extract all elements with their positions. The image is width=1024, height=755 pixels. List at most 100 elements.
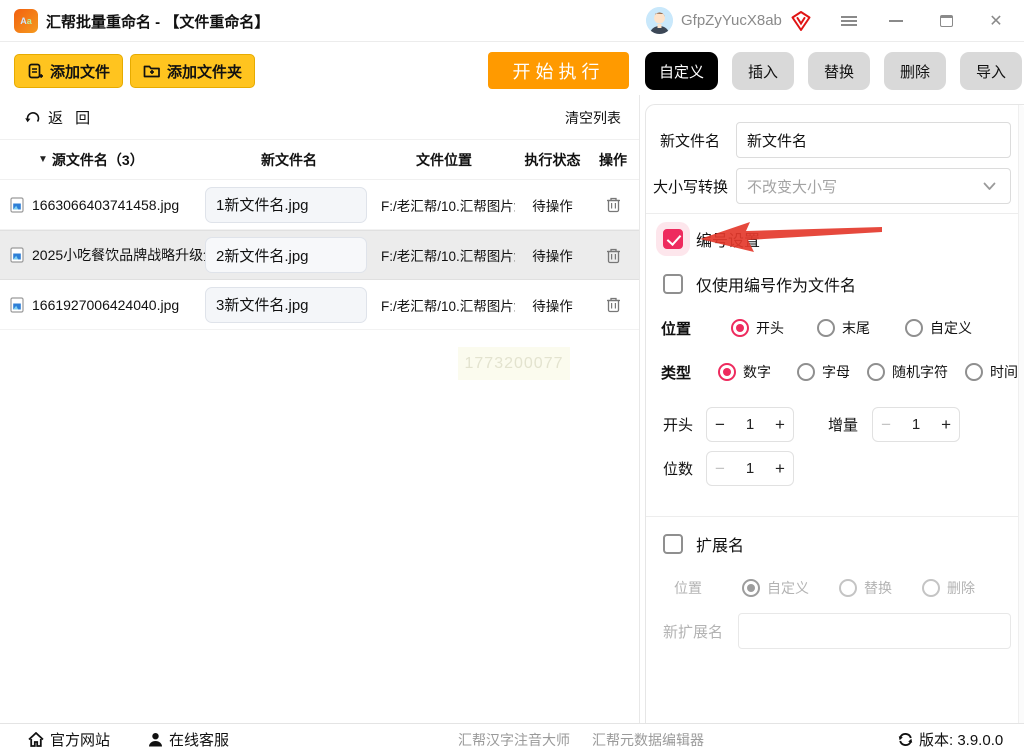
clear-list-button[interactable]: 清空列表	[565, 108, 621, 128]
file-list-area: 返 回 清空列表 ▼源文件名（3） 新文件名 文件位置 执行状态 操作 1663…	[0, 95, 640, 723]
delete-row-button[interactable]	[590, 247, 636, 264]
new-extension-input[interactable]	[738, 613, 1011, 649]
title-bar: Aa 汇帮批量重命名 - 【文件重命名】 GfpZyYucX8ab ✕	[0, 0, 1024, 42]
account-area[interactable]: GfpZyYucX8ab	[646, 7, 812, 34]
position-radio-start[interactable]	[731, 319, 749, 337]
position-label: 位置	[661, 318, 691, 339]
ext-position-radio-custom[interactable]	[742, 579, 760, 597]
tab-delete[interactable]: 删除	[884, 52, 946, 90]
type-radio-number[interactable]	[718, 363, 736, 381]
digits-stepper: − 1 +	[706, 451, 794, 486]
start-number-stepper: − 1 +	[706, 407, 794, 442]
delete-row-button[interactable]	[590, 296, 636, 313]
start-execute-button[interactable]: 开始执行	[488, 52, 629, 89]
table-row[interactable]: 1663066403741458.jpg F:/老汇帮/10.汇帮图片划 待操作	[0, 180, 639, 230]
ext-position-radio-replace[interactable]	[839, 579, 857, 597]
add-file-button[interactable]: 添加文件	[14, 54, 123, 88]
image-file-icon	[10, 297, 24, 313]
start-number-value[interactable]: 1	[733, 416, 767, 433]
plus-button[interactable]: +	[767, 459, 793, 479]
user-avatar[interactable]	[646, 7, 673, 34]
undo-arrow-icon	[24, 110, 41, 126]
file-path: F:/老汇帮/10.汇帮图片划	[373, 295, 515, 315]
column-new-name: 新文件名	[205, 150, 373, 170]
extension-label: 扩展名	[696, 532, 744, 556]
trash-icon	[606, 196, 621, 213]
home-icon	[28, 732, 44, 747]
file-path: F:/老汇帮/10.汇帮图片划	[373, 195, 515, 215]
column-source[interactable]: ▼源文件名（3）	[0, 150, 205, 170]
case-convert-dropdown[interactable]: 不改变大小写	[736, 168, 1011, 204]
tab-insert[interactable]: 插入	[732, 52, 794, 90]
type-radio-time[interactable]	[965, 363, 983, 381]
mode-tabs: 自定义 插入 替换 删除 导入	[645, 52, 1022, 90]
tab-import[interactable]: 导入	[960, 52, 1022, 90]
position-radio-end[interactable]	[817, 319, 835, 337]
window-title: 汇帮批量重命名 - 【文件重命名】	[46, 11, 269, 32]
table-row[interactable]: 1661927006424040.jpg F:/老汇帮/10.汇帮图片划 待操作	[0, 280, 639, 330]
trash-icon	[606, 296, 621, 313]
ext-position-radio-delete[interactable]	[922, 579, 940, 597]
increment-value[interactable]: 1	[899, 416, 933, 433]
numbering-label: 编号设置	[696, 227, 760, 251]
source-filename: 2025小吃餐饮品牌战略升级全案	[0, 245, 205, 265]
table-header: ▼源文件名（3） 新文件名 文件位置 执行状态 操作	[0, 140, 639, 180]
extension-checkbox[interactable]	[663, 534, 683, 554]
case-convert-label: 大小写转换	[653, 176, 728, 197]
image-file-icon	[10, 247, 24, 263]
table-row[interactable]: 2025小吃餐饮品牌战略升级全案 F:/老汇帮/10.汇帮图片划 待操作	[0, 230, 639, 280]
status-bar: 官方网站 在线客服 汇帮汉字注音大师 汇帮元数据编辑器 版本: 3.9.0.0	[0, 723, 1024, 755]
chevron-down-icon	[983, 182, 996, 191]
only-number-checkbox[interactable]	[663, 274, 683, 294]
tab-replace[interactable]: 替换	[808, 52, 870, 90]
maximize-button[interactable]	[935, 10, 957, 32]
minus-button[interactable]: −	[707, 459, 733, 479]
status-label: 待操作	[515, 295, 590, 315]
new-filename-input[interactable]	[205, 287, 367, 323]
add-folder-button[interactable]: 添加文件夹	[130, 54, 255, 88]
source-filename: 1663066403741458.jpg	[0, 197, 205, 213]
version-info[interactable]: 版本: 3.9.0.0	[898, 729, 1003, 750]
numbering-checkbox[interactable]	[663, 229, 683, 249]
online-support-link[interactable]: 在线客服	[148, 729, 229, 750]
type-radio-letter[interactable]	[797, 363, 815, 381]
app-window: Aa 汇帮批量重命名 - 【文件重命名】 GfpZyYucX8ab ✕	[0, 0, 1024, 755]
sort-triangle-icon: ▼	[38, 154, 48, 165]
watermark: 1773200077	[458, 347, 570, 380]
tab-custom[interactable]: 自定义	[645, 52, 718, 90]
partner-link[interactable]: 汇帮汉字注音大师	[458, 730, 570, 750]
digits-value[interactable]: 1	[733, 460, 767, 477]
type-radio-random[interactable]	[867, 363, 885, 381]
status-label: 待操作	[515, 195, 590, 215]
new-filename-input[interactable]	[205, 237, 367, 273]
file-plus-icon	[27, 63, 44, 80]
back-button[interactable]: 返 回	[24, 107, 94, 128]
only-number-label: 仅使用编号作为文件名	[696, 272, 856, 296]
new-name-label: 新文件名	[660, 130, 720, 151]
back-label: 返 回	[48, 107, 94, 128]
minus-button[interactable]: −	[873, 415, 899, 435]
digits-label: 位数	[663, 458, 693, 479]
column-operation: 操作	[590, 150, 636, 170]
partner-link[interactable]: 汇帮元数据编辑器	[592, 730, 704, 750]
panel-new-name-input[interactable]: 新文件名	[736, 122, 1011, 158]
official-site-link[interactable]: 官方网站	[28, 729, 110, 750]
delete-row-button[interactable]	[590, 196, 636, 213]
minimize-button[interactable]	[885, 10, 907, 32]
vip-badge-icon	[790, 10, 812, 32]
image-file-icon	[10, 197, 24, 213]
close-button[interactable]: ✕	[985, 10, 1007, 32]
position-radio-custom[interactable]	[905, 319, 923, 337]
panel-scrollbar[interactable]	[1018, 105, 1024, 724]
new-filename-input[interactable]	[205, 187, 367, 223]
plus-button[interactable]: +	[933, 415, 959, 435]
minus-button[interactable]: −	[707, 415, 733, 435]
column-location: 文件位置	[373, 150, 515, 170]
increment-label: 增量	[828, 414, 858, 435]
settings-panel: 新文件名 新文件名 大小写转换 不改变大小写 编号设置 仅使用编号作为文件名 位…	[645, 104, 1024, 723]
trash-icon	[606, 247, 621, 264]
menu-icon[interactable]	[838, 10, 860, 32]
folder-plus-icon	[143, 63, 161, 79]
plus-button[interactable]: +	[767, 415, 793, 435]
start-number-label: 开头	[663, 414, 693, 435]
